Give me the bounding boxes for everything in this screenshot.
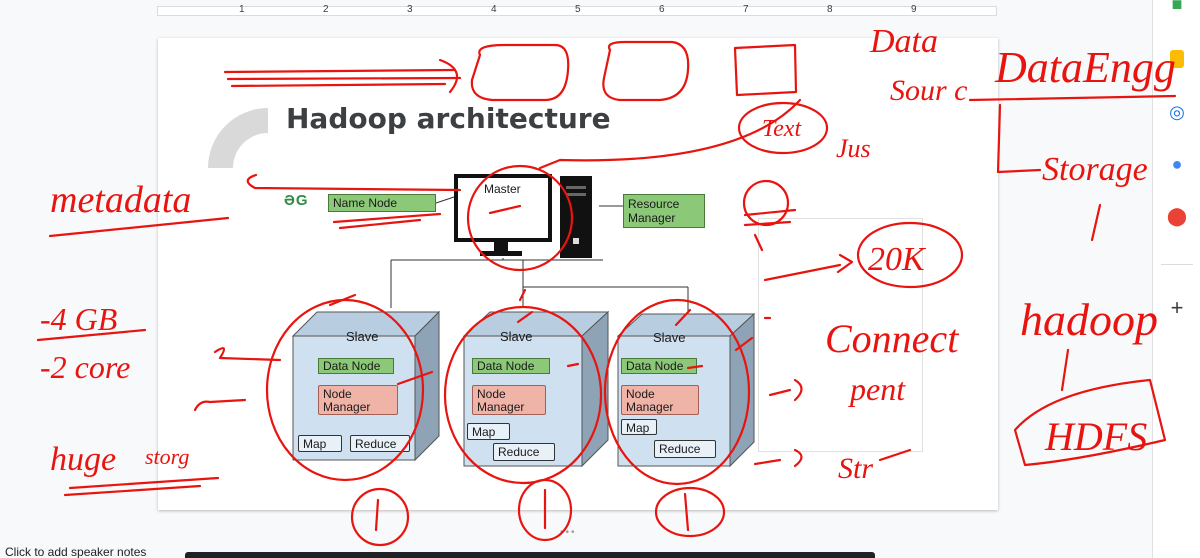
maps-icon[interactable]: ⬤ — [1165, 204, 1189, 228]
slide-canvas[interactable]: Hadoop architecture ƏG Name Node Master … — [158, 38, 998, 510]
ruler-number: 8 — [827, 4, 833, 15]
map-box[interactable]: Map — [621, 419, 657, 435]
map-box[interactable]: Map — [467, 423, 510, 440]
node-manager-box[interactable]: Node Manager — [318, 385, 398, 415]
speaker-notes-placeholder[interactable]: Click to add speaker notes — [5, 545, 146, 558]
ruler-number: 6 — [659, 4, 665, 15]
side-panel: ■ ◎ ● ⬤ + — [1152, 0, 1200, 558]
reduce-box[interactable]: Reduce — [350, 435, 410, 452]
side-divider — [1161, 264, 1193, 265]
data-node-box[interactable]: Data Node — [472, 358, 550, 374]
reduce-box[interactable]: Reduce — [493, 443, 555, 461]
slave-label: Slave — [346, 329, 379, 344]
add-icon[interactable]: + — [1165, 295, 1189, 320]
contacts-icon[interactable]: ◎ — [1165, 100, 1189, 124]
person-icon[interactable]: ● — [1165, 152, 1189, 176]
ruler-number: 1 — [239, 4, 245, 15]
svg-text:huge: huge — [50, 441, 116, 478]
svg-text:Storage: Storage — [1042, 151, 1148, 188]
ruler-number: 3 — [407, 4, 413, 15]
svg-text:HDFS: HDFS — [1044, 414, 1147, 459]
resize-handle-icon[interactable]: ••• — [560, 527, 577, 538]
ruler-number: 9 — [911, 4, 917, 15]
ruler-number: 7 — [743, 4, 749, 15]
slave-label: Slave — [653, 330, 686, 345]
notes-toolbar — [185, 552, 875, 558]
svg-text:-4 GB: -4 GB — [40, 301, 117, 337]
svg-text:DataEngg: DataEngg — [994, 43, 1176, 92]
ruler-number: 5 — [575, 4, 581, 15]
node-manager-box[interactable]: Node Manager — [472, 385, 546, 415]
horizontal-ruler: 1 2 3 4 5 6 7 8 9 — [0, 0, 1152, 20]
reduce-box[interactable]: Reduce — [654, 440, 716, 458]
data-node-box[interactable]: Data Node — [621, 358, 697, 374]
empty-placeholder-box — [758, 218, 923, 452]
data-node-box[interactable]: Data Node — [318, 358, 394, 374]
svg-text:hadoop: hadoop — [1020, 294, 1158, 345]
keep-icon[interactable]: ■ — [1165, 0, 1189, 16]
tasks-icon[interactable] — [1170, 50, 1184, 68]
svg-text:-2 core: -2 core — [40, 349, 130, 385]
map-box[interactable]: Map — [298, 435, 342, 452]
node-manager-box[interactable]: Node Manager — [621, 385, 699, 415]
ruler-number: 2 — [323, 4, 329, 15]
ruler-number: 4 — [491, 4, 497, 15]
slave-label: Slave — [500, 329, 533, 344]
